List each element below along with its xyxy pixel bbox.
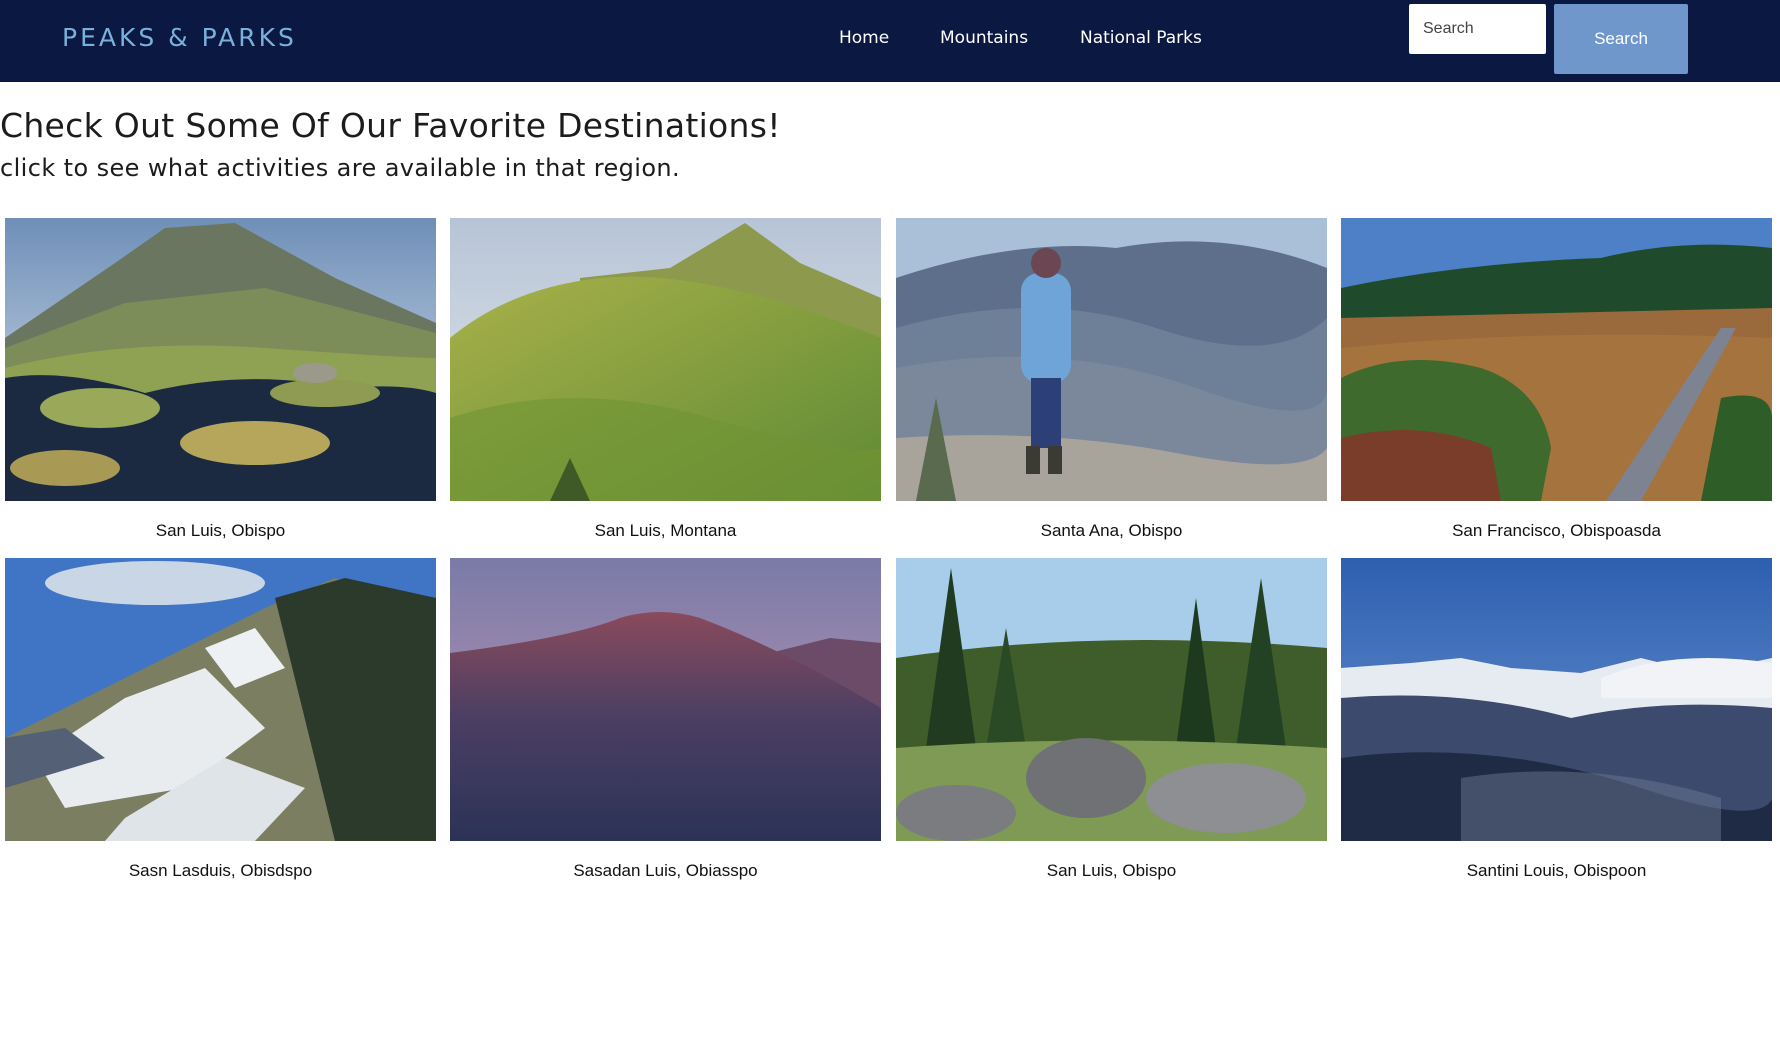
destination-photo[interactable] xyxy=(1341,218,1772,501)
destination-card[interactable]: Santini Louis, Obispoon xyxy=(1341,558,1772,880)
nav-link-national-parks[interactable]: National Parks xyxy=(1080,27,1202,49)
destination-card[interactable]: Sasadan Luis, Obiasspo xyxy=(450,558,881,880)
destination-photo[interactable] xyxy=(5,218,436,501)
destination-photo[interactable] xyxy=(896,558,1327,841)
destination-caption[interactable]: San Francisco, Obispoasda xyxy=(1341,520,1772,542)
destination-card[interactable]: Santa Ana, Obispo xyxy=(896,218,1327,540)
destination-photo[interactable] xyxy=(896,218,1327,501)
page-title: Check Out Some Of Our Favorite Destinati… xyxy=(0,106,781,145)
nav-link-home[interactable]: Home xyxy=(839,27,889,49)
brand-logo[interactable]: PEAKS & PARKS xyxy=(62,23,297,53)
destination-card[interactable]: San Francisco, Obispoasda xyxy=(1341,218,1772,540)
destination-caption[interactable]: Sasadan Luis, Obiasspo xyxy=(450,860,881,882)
destination-card[interactable]: San Luis, Montana xyxy=(450,218,881,540)
destination-photo[interactable] xyxy=(1341,558,1772,841)
search-input[interactable] xyxy=(1409,4,1546,54)
destination-card[interactable]: Sasn Lasduis, Obisdspo xyxy=(5,558,436,880)
destination-card[interactable]: San Luis, Obispo xyxy=(896,558,1327,880)
destination-caption[interactable]: Santini Louis, Obispoon xyxy=(1341,860,1772,882)
destination-caption[interactable]: San Luis, Obispo xyxy=(5,520,436,542)
top-navbar: PEAKS & PARKS Home Mountains National Pa… xyxy=(0,0,1780,82)
nav-link-mountains[interactable]: Mountains xyxy=(940,27,1028,49)
page-subtitle: click to see what activities are availab… xyxy=(0,154,681,182)
destination-caption[interactable]: San Luis, Montana xyxy=(450,520,881,542)
destination-photo[interactable] xyxy=(450,558,881,841)
search-button[interactable]: Search xyxy=(1554,4,1688,74)
destination-caption[interactable]: San Luis, Obispo xyxy=(896,860,1327,882)
destination-photo[interactable] xyxy=(5,558,436,841)
destination-caption[interactable]: Sasn Lasduis, Obisdspo xyxy=(5,860,436,882)
destination-photo[interactable] xyxy=(450,218,881,501)
destination-caption[interactable]: Santa Ana, Obispo xyxy=(896,520,1327,542)
destination-card[interactable]: San Luis, Obispo xyxy=(5,218,436,540)
